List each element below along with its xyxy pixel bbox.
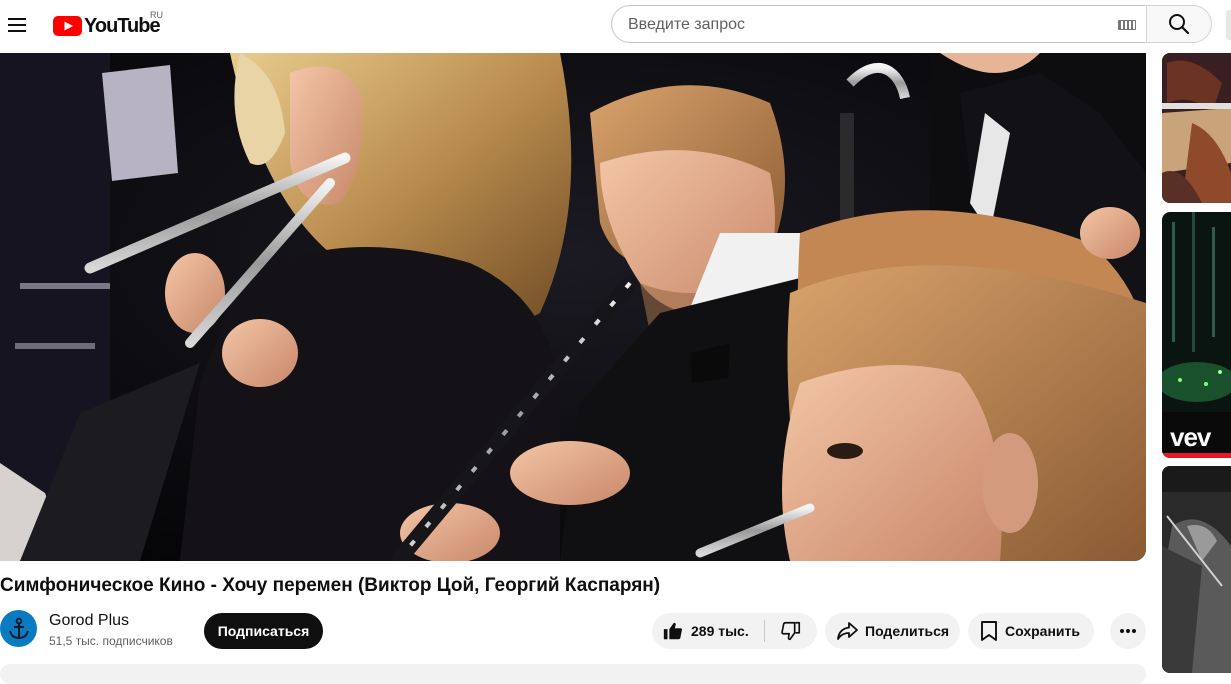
- search-icon: [1169, 14, 1190, 35]
- video-frame: [0, 53, 1146, 561]
- save-label: Сохранить: [1005, 623, 1080, 639]
- video-player[interactable]: [0, 53, 1146, 561]
- thumbnail-image: [1162, 466, 1231, 673]
- logo-text: YouTube: [84, 14, 161, 37]
- like-dislike-group: 289 тыс.: [652, 613, 817, 649]
- channel-avatar[interactable]: [0, 610, 37, 647]
- related-video-thumbnail[interactable]: [1162, 466, 1231, 673]
- thumbs-down-icon: [781, 621, 801, 641]
- share-label: Поделиться: [865, 623, 950, 639]
- bookmark-icon: [981, 621, 997, 641]
- search-button[interactable]: [1146, 5, 1212, 43]
- vevo-watermark: vev: [1170, 422, 1211, 452]
- search-box: [611, 5, 1146, 43]
- subscribe-button[interactable]: Подписаться: [204, 613, 323, 649]
- search-input[interactable]: [628, 14, 1098, 36]
- save-button[interactable]: Сохранить: [968, 613, 1094, 649]
- share-button[interactable]: Поделиться: [825, 613, 960, 649]
- thumbs-up-icon: [663, 622, 682, 640]
- channel-name[interactable]: Gorod Plus: [49, 612, 129, 630]
- thumbnail-image: [1162, 53, 1231, 203]
- top-bar: YouTube RU: [0, 0, 1231, 52]
- country-code: RU: [150, 10, 163, 20]
- youtube-play-icon: [53, 16, 82, 36]
- topbar-edge: [1226, 10, 1231, 40]
- related-video-thumbnail[interactable]: [1162, 53, 1231, 203]
- description-box[interactable]: [0, 664, 1146, 684]
- video-title: Симфоническое Кино - Хочу перемен (Викто…: [0, 575, 661, 596]
- anchor-icon: [8, 617, 29, 639]
- keyboard-icon[interactable]: [1118, 20, 1136, 30]
- subscriber-count: 51,5 тыс. подписчиков: [49, 634, 173, 648]
- more-dots-icon: [1120, 629, 1136, 633]
- related-video-thumbnail[interactable]: vev: [1162, 212, 1231, 458]
- share-arrow-icon: [837, 622, 858, 640]
- like-count: 289 тыс.: [691, 623, 749, 639]
- like-button[interactable]: 289 тыс.: [652, 613, 764, 649]
- hamburger-menu-icon[interactable]: [6, 14, 28, 36]
- dislike-button[interactable]: [765, 613, 817, 649]
- more-actions-button[interactable]: [1110, 613, 1146, 649]
- youtube-logo[interactable]: YouTube: [53, 13, 161, 39]
